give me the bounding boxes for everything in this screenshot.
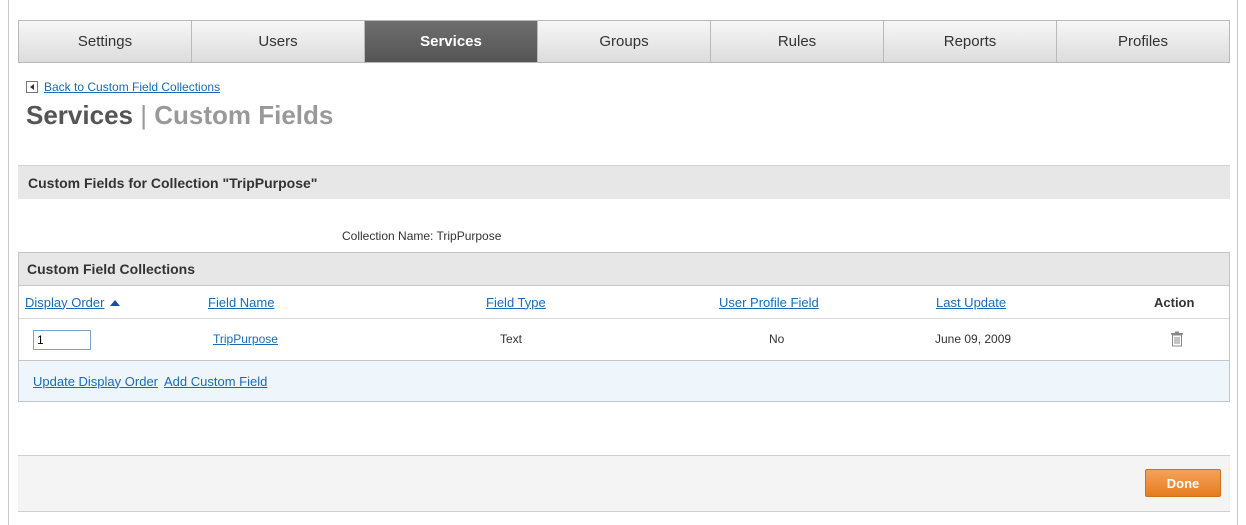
bottom-action-bar [18,455,1230,512]
back-arrow-icon[interactable] [26,81,38,93]
tab-rules[interactable]: Rules [711,21,884,62]
tab-services[interactable]: Services [365,21,538,62]
tab-groups[interactable]: Groups [538,21,711,62]
page-title-sub: Custom Fields [154,100,334,130]
column-field-type[interactable]: Field Type [486,295,546,310]
tab-profiles[interactable]: Profiles [1057,21,1229,62]
main-tab-bar: Settings Users Services Groups Rules Rep… [18,20,1230,63]
table-row: TripPurpose Text No June 09, 2009 [19,319,1229,361]
column-last-update[interactable]: Last Update [936,295,1006,310]
sort-ascending-icon[interactable] [110,300,121,307]
trash-icon[interactable] [1170,331,1184,347]
collection-name-label: Collection Name: TripPurpose [342,229,502,243]
section-header: Custom Fields for Collection "TripPurpos… [18,165,1230,199]
column-display-order[interactable]: Display Order [25,295,121,310]
back-navigation: Back to Custom Field Collections [26,80,220,94]
add-custom-field-link[interactable]: Add Custom Field [164,374,267,389]
field-type-cell: Text [500,332,523,346]
table-header-row: Display Order Field Name Field Type User… [19,286,1229,319]
page-title: Services | Custom Fields [26,100,333,131]
tab-users[interactable]: Users [192,21,365,62]
custom-field-table: Custom Field Collections Display Order F… [18,252,1230,402]
last-update-cell: June 09, 2009 [935,332,1012,346]
column-action: Action [1154,294,1195,310]
table-title: Custom Field Collections [19,253,1229,286]
column-user-profile-field[interactable]: User Profile Field [719,295,819,310]
user-profile-field-cell: No [769,332,785,346]
back-to-collections-link[interactable]: Back to Custom Field Collections [44,80,220,94]
tab-reports[interactable]: Reports [884,21,1057,62]
field-name-link[interactable]: TripPurpose [213,332,278,346]
done-button[interactable]: Done [1145,469,1221,497]
tab-settings[interactable]: Settings [19,21,192,62]
page-title-separator: | [140,100,147,130]
update-display-order-link[interactable]: Update Display Order [33,374,158,389]
page-title-main: Services [26,100,133,130]
table-footer: Update Display Order Add Custom Field [19,361,1229,401]
field-name-cell: TripPurpose [213,332,278,346]
display-order-input[interactable] [33,330,91,350]
column-display-order-label[interactable]: Display Order [25,295,104,310]
column-field-name[interactable]: Field Name [208,295,274,310]
